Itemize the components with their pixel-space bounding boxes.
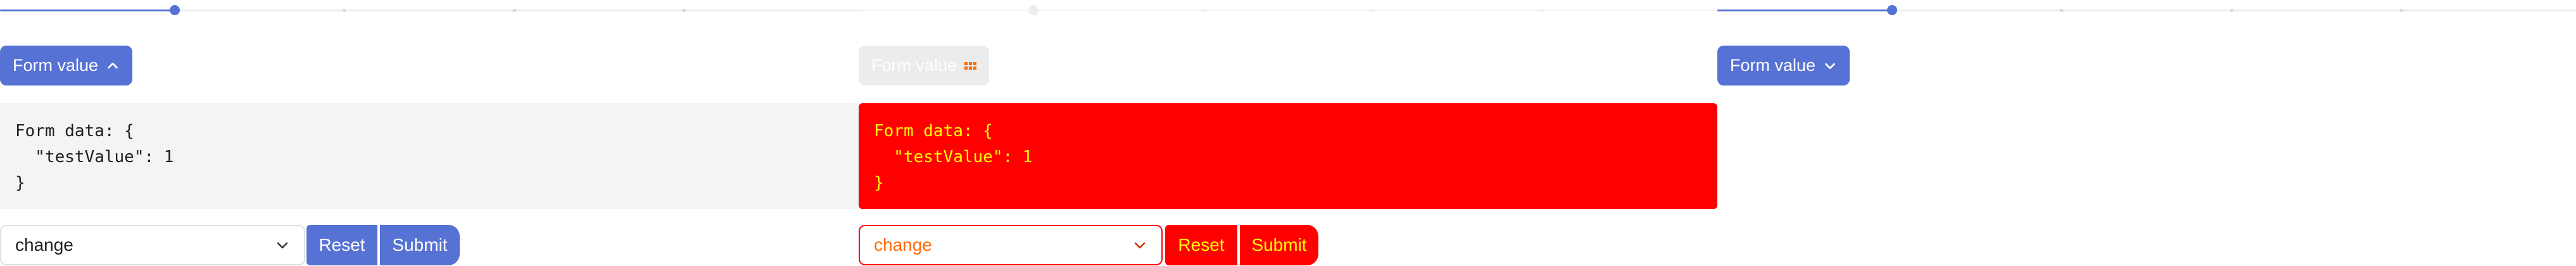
data-line: "testValue": 1 [874,148,1033,167]
value-slider-2[interactable] [859,5,1717,15]
submit-button[interactable]: Submit [1240,225,1318,265]
value-select[interactable]: change [859,225,1163,265]
toggle-label: Form value [1730,56,1816,75]
form-value-toggle-button[interactable]: Form value [1717,46,1850,86]
slider-tick [343,9,346,12]
chevron-down-icon [1825,63,1835,69]
toggle-label: Form value [13,56,99,75]
data-line: Form data: { [15,122,134,141]
slider-tick [2400,9,2403,12]
grid-dots-icon [964,61,977,70]
data-line: } [15,174,25,193]
chevron-down-icon [1134,242,1146,249]
slider-tick [1372,9,1375,12]
slider-fill [0,10,175,11]
select-value: change [15,235,73,255]
chevron-down-icon [277,242,288,249]
data-line: } [874,174,884,193]
reset-button[interactable]: Reset [1165,225,1237,265]
chevron-up-icon [108,62,118,68]
value-select[interactable]: change [0,225,305,265]
slider-tick [513,9,516,12]
slider-tick [1541,9,1544,12]
slider-tick [1201,9,1204,12]
slider-tick [2230,9,2233,12]
submit-button[interactable]: Submit [380,225,460,265]
slider-tick [2060,9,2063,12]
slider-tick [683,9,686,12]
reset-button[interactable]: Reset [306,225,377,265]
form-value-toggle-button[interactable]: Form value [859,46,990,86]
form-value-toggle-button[interactable]: Form value [0,46,133,86]
data-line: Form data: { [874,122,993,141]
toggle-label: Form value [871,56,957,75]
slider-fill [1717,10,1892,11]
data-line: "testValue": 1 [15,148,174,167]
select-value: change [874,235,932,255]
slider-thumb[interactable] [170,5,180,15]
form-data-output: Form data: { "testValue": 1 } [0,103,859,209]
value-slider-3[interactable] [1717,5,2576,15]
slider-thumb[interactable] [1028,5,1039,15]
value-slider-1[interactable] [0,5,859,15]
form-data-output: Form data: { "testValue": 1 } [859,103,1717,209]
form-demo-strip: Form value Form data: { "testValue": 1 }… [0,0,2576,266]
slider-thumb[interactable] [1887,5,1897,15]
